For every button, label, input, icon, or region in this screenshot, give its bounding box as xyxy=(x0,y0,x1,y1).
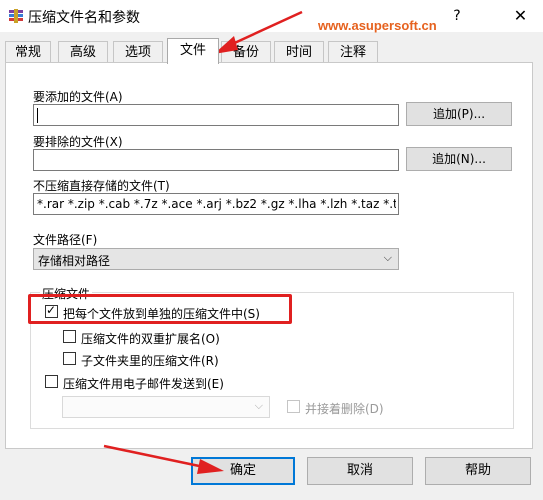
help-button[interactable]: 帮助 xyxy=(425,457,531,485)
delete-after-checkbox[interactable] xyxy=(287,400,300,413)
add-files-input[interactable] xyxy=(33,104,399,126)
exclude-files-input[interactable] xyxy=(33,149,399,171)
tab-files[interactable]: 文件 xyxy=(167,38,219,64)
chevron-down-icon: ⌵ xyxy=(254,399,263,412)
email-archives-checkbox[interactable] xyxy=(45,375,58,388)
file-path-label: 文件路径(F) xyxy=(33,233,98,247)
email-recipient-select[interactable]: ⌵ xyxy=(62,396,270,418)
subfolder-archives-label: 子文件夹里的压缩文件(R) xyxy=(81,354,219,368)
chevron-down-icon: ⌵ xyxy=(383,251,392,264)
window-title: 压缩文件名和参数 xyxy=(28,10,140,26)
tab-general[interactable]: 常规 xyxy=(5,41,51,63)
cancel-button[interactable]: 取消 xyxy=(307,457,413,485)
tab-advanced[interactable]: 高级 xyxy=(58,41,108,63)
store-files-label: 不压缩直接存储的文件(T) xyxy=(33,179,170,193)
email-archives-label: 压缩文件用电子邮件发送到(E) xyxy=(63,377,224,391)
store-files-input[interactable]: *.rar *.zip *.cab *.7z *.ace *.arj *.bz2… xyxy=(33,193,399,215)
append-add-button[interactable]: 追加(P)... xyxy=(406,102,512,126)
help-title-button[interactable]: ? xyxy=(440,0,474,32)
annotation-highlight-box xyxy=(28,294,292,324)
double-extension-checkbox[interactable] xyxy=(63,330,76,343)
text-caret xyxy=(37,108,38,123)
append-exclude-button[interactable]: 追加(N)... xyxy=(406,147,512,171)
add-files-label: 要添加的文件(A) xyxy=(33,90,123,104)
double-extension-label: 压缩文件的双重扩展名(O) xyxy=(81,332,220,346)
tab-options[interactable]: 选项 xyxy=(113,41,163,63)
winrar-app-icon xyxy=(9,9,23,23)
watermark-text: www.asupersoft.cn xyxy=(318,18,437,33)
annotation-arrow-ok xyxy=(103,444,224,474)
file-path-select[interactable]: 存储相对路径 ⌵ xyxy=(33,248,399,270)
delete-after-label: 并接着删除(D) xyxy=(305,402,384,416)
subfolder-archives-checkbox[interactable] xyxy=(63,352,76,365)
tab-comment[interactable]: 注释 xyxy=(328,41,378,63)
close-button[interactable]: ✕ xyxy=(498,0,543,32)
exclude-files-label: 要排除的文件(X) xyxy=(33,135,123,149)
